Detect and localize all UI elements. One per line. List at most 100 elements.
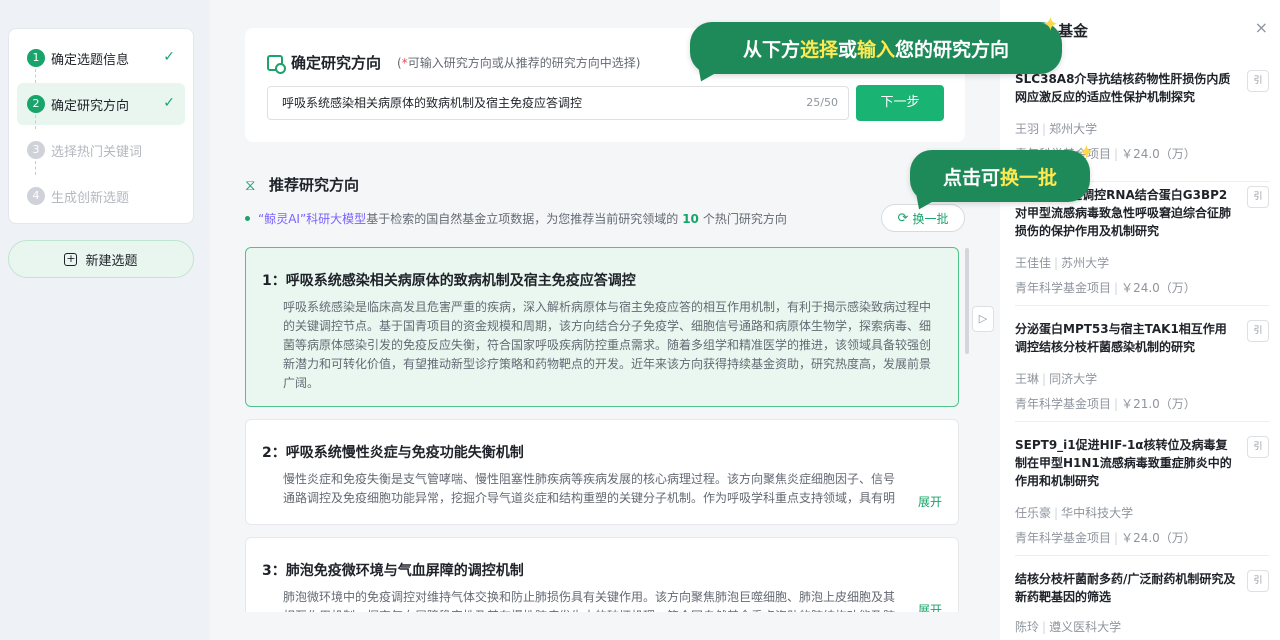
fund-item-meta: 青年科学基金项目|￥24.0（万） (1015, 281, 1196, 295)
tooltip-text: 从下方 (742, 38, 800, 61)
author-name: 陈玲 (1015, 620, 1040, 634)
hint-text: 可输入研究方向或从推荐的研究方向中选择 (407, 56, 636, 70)
step-label: 确定研究方向 (51, 98, 130, 114)
scrollbar[interactable] (965, 248, 969, 354)
fund-amount: ￥24.0（万） (1121, 147, 1196, 161)
hint-paren-close: ) (635, 56, 641, 70)
recommend-card[interactable]: 2：呼吸系统慢性炎症与免疫功能失衡机制 慢性炎症和免疫失衡是支气管哮喘、慢性阻塞… (245, 419, 959, 525)
fund-type: 青年科学基金项目 (1015, 281, 1112, 295)
fund-item-meta: 青年科学基金项目 | ￥21.0（万） (1015, 397, 1196, 411)
author-org: 华中科技大学 (1061, 506, 1134, 520)
refresh-label: 换一批 (912, 211, 949, 226)
recommend-card[interactable]: 1：呼吸系统感染相关病原体的致病机制及宿主免疫应答调控 呼吸系统感染是临床高发且… (245, 247, 959, 407)
select-input-tooltip: 从下方 选择或输入 您的研究方向 (690, 22, 1062, 86)
recommend-header: ⧖ 推荐研究方向 (245, 174, 359, 195)
check-icon: ✓ (163, 49, 175, 65)
collapse-panel-icon[interactable]: ▷ (972, 306, 994, 332)
tooltip-highlight: 换一批 (1000, 166, 1058, 189)
recommend-list: 1：呼吸系统感染相关病原体的致病机制及宿主免疫应答调控 呼吸系统感染是临床高发且… (245, 247, 961, 612)
author-org: 同济大学 (1049, 372, 1098, 386)
expand-link[interactable]: 展开 (913, 601, 942, 612)
direction-hint: (*可输入研究方向或从推荐的研究方向中选择) (397, 54, 640, 71)
cite-icon[interactable]: 引 (1247, 436, 1269, 458)
fund-item[interactable]: SEPT9_i1促进HIF-1α核转位及病毒复制在甲型H1N1流感病毒致重症肺炎… (1015, 436, 1269, 556)
step-number: 3 (27, 141, 45, 159)
fund-item-title: 结核分枝杆菌耐多药/广泛耐药机制研究及新药靶基因的筛选 (1015, 572, 1236, 604)
fund-amount: ￥21.0（万） (1121, 397, 1196, 411)
step-1[interactable]: 1 确定选题信息 ✓ (17, 37, 185, 83)
recommend-title: 推荐研究方向 (269, 176, 360, 194)
model-name: “鲸灵AI”科研大模型 (258, 212, 367, 226)
recommend-card-desc: 呼吸系统感染是临床高发且危害严重的疾病，深入解析病原体与宿主免疫应答的相互作用机… (283, 300, 932, 390)
close-icon[interactable]: × (1255, 18, 1268, 37)
plus-icon: + (64, 251, 78, 266)
tooltip-highlight: 选择 (799, 38, 838, 61)
cite-icon[interactable]: 引 (1247, 570, 1269, 592)
subtitle-text-a: 基于检索的国自然基金立项数据，为您推荐当前研究领域的 (366, 212, 679, 226)
fund-item-author: 陈玲 | 遵义医科大学 (1015, 620, 1122, 634)
step-number: 4 (27, 187, 45, 205)
author-org: 郑州大学 (1049, 122, 1098, 136)
recommend-card-title: 3：肺泡免疫微环境与气血屏障的调控机制 (262, 563, 524, 579)
fund-item[interactable]: USPL1通过调控RNA结合蛋白G3BP2对甲型流感病毒致急性呼吸窘迫综合征肺损… (1015, 186, 1269, 306)
cite-icon[interactable]: 引 (1247, 186, 1269, 208)
author-org: 遵义医科大学 (1049, 620, 1122, 634)
left-sidebar: 1 确定选题信息 ✓ 2 确定研究方向 ✓ 3 选择热门关键词 4 生成创新选题… (0, 0, 208, 640)
fund-item[interactable]: 结核分枝杆菌耐多药/广泛耐药机制研究及新药靶基因的筛选 陈玲 | 遵义医科大学 引 (1015, 570, 1269, 640)
refresh-icon: ⟳ (897, 210, 909, 226)
expand-link[interactable]: 展开 (913, 493, 942, 510)
step-2[interactable]: 2 确定研究方向 ✓ (17, 83, 185, 129)
fund-panel: 基金 × SLC38A8介导抗结核药物性肝损伤内质网应激反应的适应性保护机制探究… (1000, 0, 1280, 640)
fund-item-author: 王琳 | 同济大学 (1015, 372, 1098, 386)
fund-item-title: SEPT9_i1促进HIF-1α核转位及病毒复制在甲型H1N1流感病毒致重症肺炎… (1015, 438, 1232, 488)
step-number: 1 (27, 49, 45, 67)
dna-icon: ⧖ (245, 175, 256, 194)
fund-type: 青年科学基金项目 (1015, 397, 1112, 411)
author-name: 任乐豪 (1015, 506, 1052, 520)
tooltip-highlight: 输入 (857, 38, 896, 61)
direction-input-value: 呼吸系统感染相关病原体的致病机制及宿主免疫应答调控 (282, 96, 583, 110)
recommend-card-title: 1：呼吸系统感染相关病原体的致病机制及宿主免疫应答调控 (262, 273, 636, 289)
subtitle-text-b: 个热门研究方向 (702, 212, 787, 226)
sparkle-icon: ✦ (1042, 12, 1059, 36)
tooltip-text: 您的研究方向 (895, 38, 1010, 61)
fund-panel-title: 基金 (1058, 22, 1089, 40)
cite-icon[interactable]: 引 (1247, 70, 1269, 92)
main-panel: 确定研究方向 (*可输入研究方向或从推荐的研究方向中选择) 呼吸系统感染相关病原… (210, 0, 1000, 640)
cite-icon[interactable]: 引 (1247, 320, 1269, 342)
fund-item-meta: 青年科学基金项目|￥24.0（万） (1015, 531, 1196, 545)
author-org: 苏州大学 (1061, 256, 1110, 270)
step-4[interactable]: 4 生成创新选题 (17, 175, 185, 217)
next-step-button[interactable]: 下一步 (856, 85, 944, 121)
refresh-tooltip: 点击可 换一批 (909, 150, 1090, 214)
direction-header: 确定研究方向 (*可输入研究方向或从推荐的研究方向中选择) (267, 52, 640, 74)
step-label: 选择热门关键词 (51, 144, 143, 160)
bullet-dot (245, 216, 250, 221)
step-connector (35, 115, 36, 129)
new-topic-button[interactable]: + 新建选题 (8, 240, 194, 278)
tooltip-text: 或 (837, 38, 857, 61)
recommend-count: 10 (682, 211, 699, 226)
fund-item[interactable]: 分泌蛋白MPT53与宿主TAK1相互作用调控结核分枝杆菌感染机制的研究 王琳 | 同… (1015, 320, 1269, 422)
recommend-card-title: 2：呼吸系统慢性炎症与免疫功能失衡机制 (262, 445, 524, 461)
recommend-card-desc: 肺泡微环境中的免疫调控对维持气体交换和防止肺损伤具有关键作用。该方向聚焦肺泡巨噬… (283, 590, 896, 612)
step-list: 1 确定选题信息 ✓ 2 确定研究方向 ✓ 3 选择热门关键词 4 生成创新选题 (8, 28, 194, 224)
step-connector (35, 69, 36, 83)
recommend-card-desc: 慢性炎症和免疫失衡是支气管哮喘、慢性阻塞性肺疾病等疾病发展的核心病理过程。该方向… (283, 472, 896, 505)
new-topic-label: 新建选题 (85, 253, 138, 269)
fund-item-author: 王佳佳 | 苏州大学 (1015, 256, 1110, 270)
fund-item-title: 分泌蛋白MPT53与宿主TAK1相互作用调控结核分枝杆菌感染机制的研究 (1015, 322, 1227, 354)
fund-type: 青年科学基金项目 (1015, 531, 1112, 545)
fund-amount: ￥24.0（万） (1121, 531, 1196, 545)
recommend-subtitle: “鲸灵AI”科研大模型 基于检索的国自然基金立项数据，为您推荐当前研究领域的 1… (245, 210, 787, 227)
step-3[interactable]: 3 选择热门关键词 (17, 129, 185, 175)
step-label: 确定选题信息 (51, 52, 130, 68)
tooltip-text: 点击可 (942, 166, 1000, 189)
step-label: 生成创新选题 (51, 190, 130, 206)
author-name: 王羽 (1015, 122, 1040, 136)
search-doc-icon (267, 54, 286, 74)
check-icon: ✓ (163, 95, 175, 111)
direction-input[interactable]: 呼吸系统感染相关病原体的致病机制及宿主免疫应答调控 25/50 (267, 86, 849, 120)
recommend-card[interactable]: 3：肺泡免疫微环境与气血屏障的调控机制 肺泡微环境中的免疫调控对维持气体交换和防… (245, 537, 959, 612)
step-connector (35, 161, 36, 175)
